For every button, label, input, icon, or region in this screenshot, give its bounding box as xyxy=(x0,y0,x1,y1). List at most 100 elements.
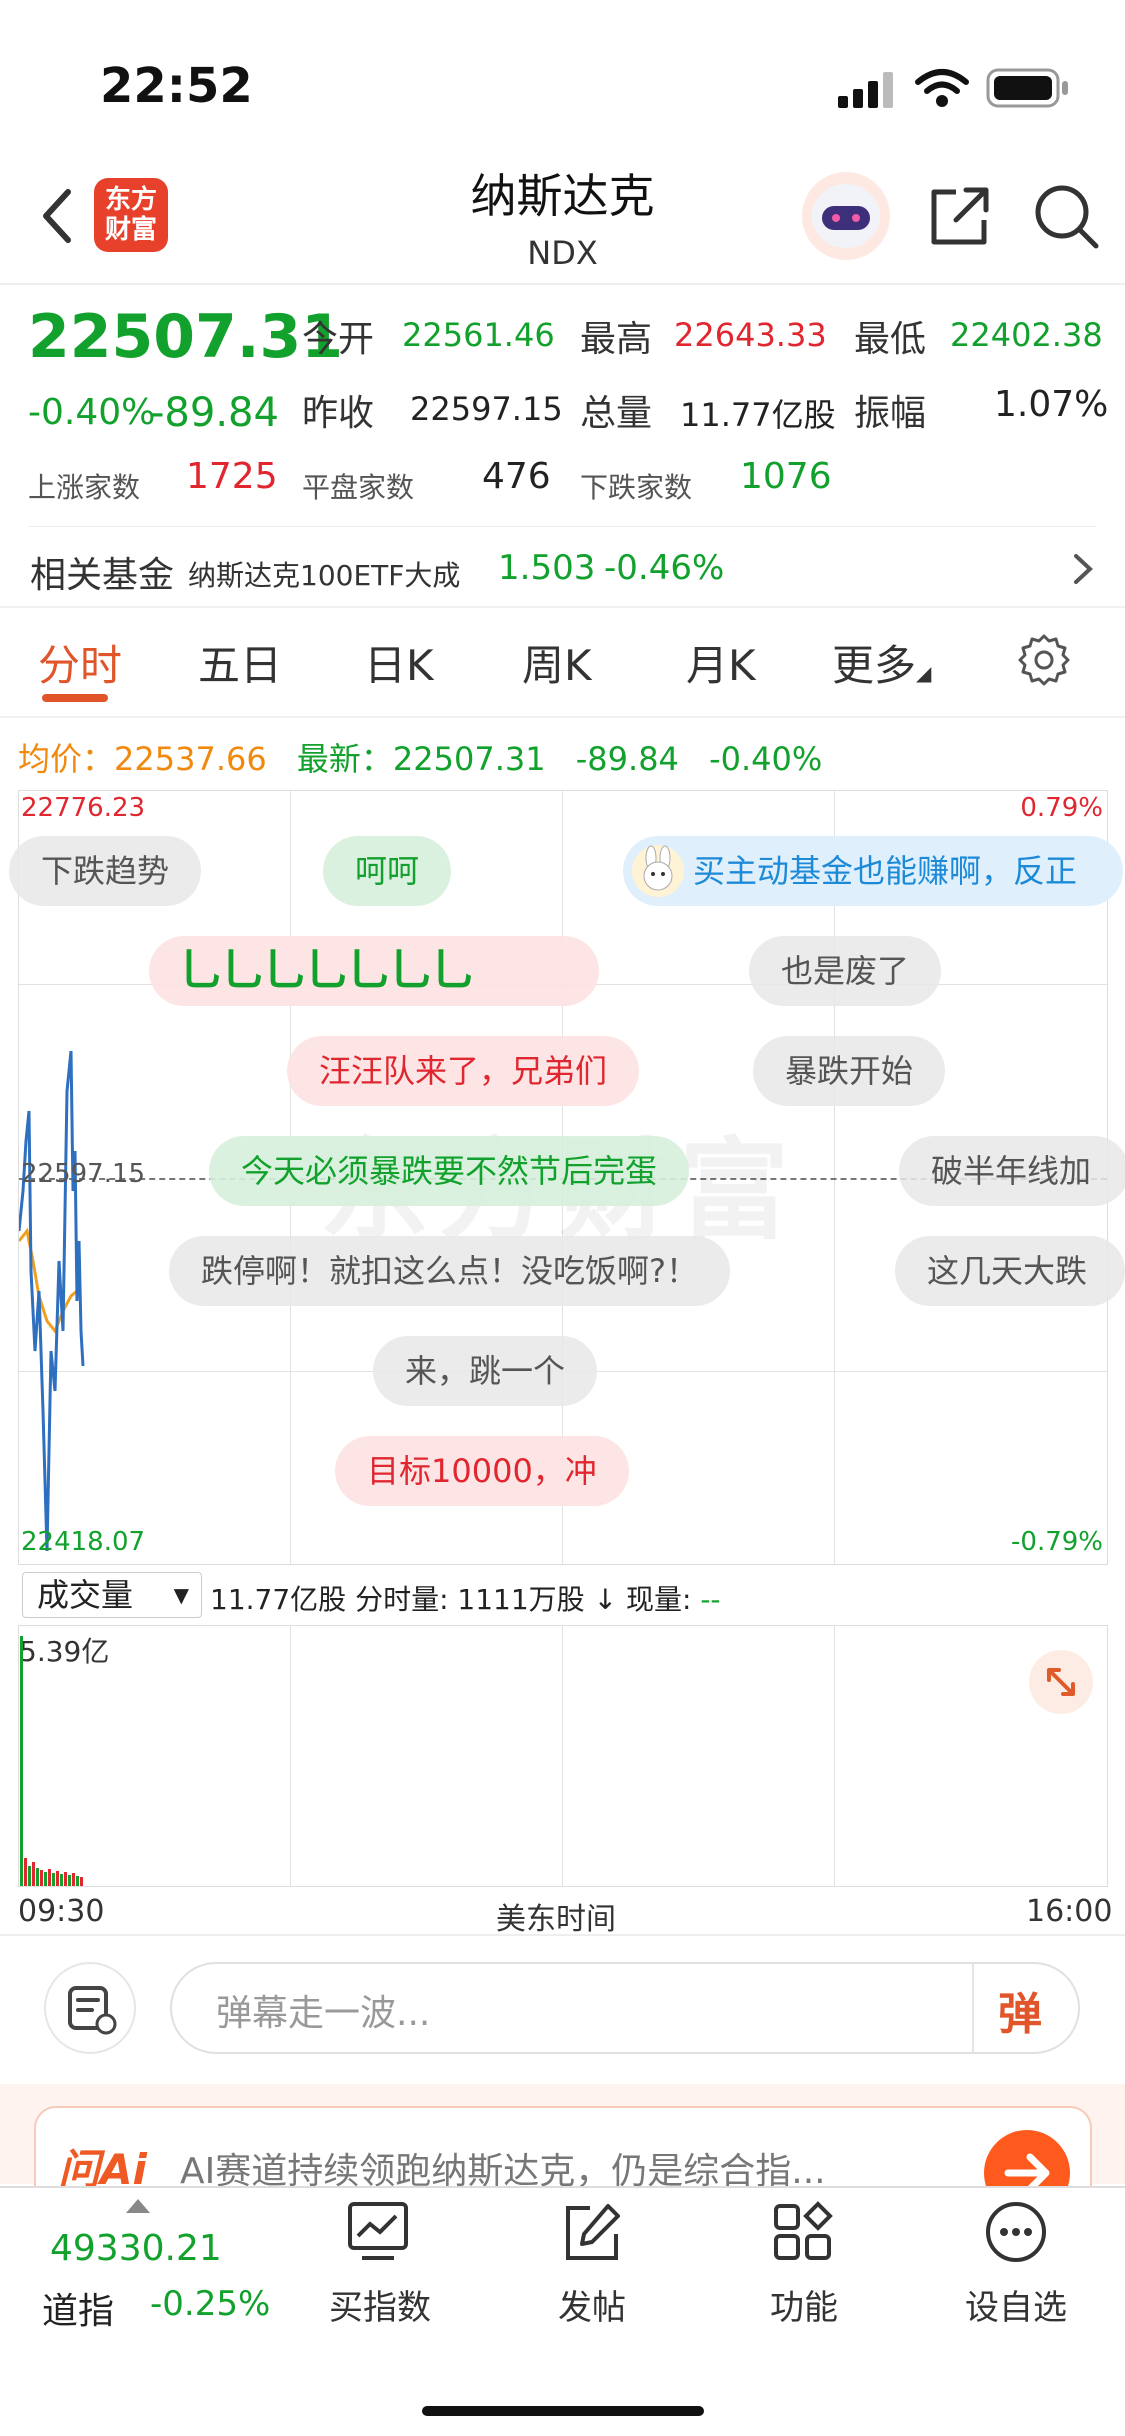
pct-axis-bottom: -0.79% xyxy=(1011,1527,1103,1557)
danmaku-bubble[interactable]: 下跌趋势 xyxy=(9,836,202,906)
volume-selector[interactable]: 成交量 ▼ xyxy=(22,1572,202,1618)
current-volume-label: 现量: xyxy=(625,1583,692,1616)
change-pct: -0.40% xyxy=(28,392,156,433)
time-axis-start: 09:30 xyxy=(18,1894,105,1929)
current-price: 22507.31 xyxy=(28,302,344,372)
caret-down-icon: ▼ xyxy=(173,1583,189,1607)
comment-list-icon[interactable] xyxy=(44,1962,136,2054)
arrow-down-icon: ↓ xyxy=(593,1583,618,1616)
nav-add-watchlist-label: 设自选 xyxy=(965,2288,1067,2328)
danmaku-bubble-text: 买主动基金也能赚啊，反正 xyxy=(693,852,1078,890)
nav-post[interactable]: 发帖 xyxy=(512,2200,672,2329)
signal-icon xyxy=(838,72,894,112)
danmaku-send-button[interactable]: 弹 xyxy=(998,1978,1042,2042)
flat-count: 476 xyxy=(482,456,551,497)
caret-up-icon xyxy=(126,2198,150,2217)
danmaku-bubble[interactable]: 暴跌开始 xyxy=(753,1036,946,1106)
volume-bars-svg xyxy=(20,1636,83,1886)
prev-close-label: 昨收 xyxy=(302,393,375,434)
battery-icon xyxy=(986,68,1070,112)
chevron-right-icon xyxy=(1072,552,1094,590)
expand-icon[interactable] xyxy=(1029,1650,1093,1714)
tab-weekly-k[interactable]: 周K xyxy=(522,632,592,693)
wifi-icon xyxy=(914,68,970,112)
danmaku-bubble[interactable]: 今天必须暴跌要不然节后完蛋 xyxy=(209,1136,690,1206)
danmaku-bubble[interactable]: 这几天大跌 xyxy=(895,1236,1125,1306)
settings-gear-icon[interactable] xyxy=(1018,634,1070,690)
tab-monthly-k[interactable]: 月K xyxy=(686,632,756,693)
open-value: 22561.46 xyxy=(402,316,555,354)
nav-post-label: 发帖 xyxy=(558,2288,626,2328)
danmaku-bubble[interactable]: 呵呵 xyxy=(323,836,452,906)
dow-change[interactable]: -0.25% xyxy=(150,2284,270,2324)
nav-functions[interactable]: 功能 xyxy=(724,2200,884,2329)
y-axis-mid: 22597.15 xyxy=(21,1159,146,1189)
danmaku-bubble[interactable]: 目标10000，冲 xyxy=(335,1436,629,1506)
grid-apps-icon xyxy=(772,2200,884,2268)
related-fund-change: -0.46% xyxy=(604,548,725,588)
volume-label: 总量 xyxy=(580,393,653,434)
flat-count-label: 平盘家数 xyxy=(302,471,415,504)
down-count-label: 下跌家数 xyxy=(580,471,693,504)
avg-price-line xyxy=(19,1227,78,1334)
pct-axis-top: 0.79% xyxy=(1020,793,1103,823)
y-axis-bottom: 22418.07 xyxy=(21,1527,146,1557)
avg-label: 均价： xyxy=(18,740,115,778)
danmaku-bubble[interactable]: 汪汪队来了，兄弟们 xyxy=(287,1036,640,1106)
tab-more[interactable]: 更多◢ xyxy=(832,632,931,693)
time-axis-middle: 美东时间 xyxy=(496,1902,616,1937)
latest-value: 22507.31 xyxy=(392,740,546,778)
trend-chart-icon xyxy=(346,2200,460,2268)
tab-daily-k[interactable]: 日K xyxy=(364,632,434,693)
robot-avatar-icon[interactable] xyxy=(800,170,892,266)
danmaku-input[interactable]: 弹幕走一波... 弹 xyxy=(170,1962,1080,2054)
summary-change-pct: -0.40% xyxy=(709,740,823,778)
volume-chart[interactable]: 5.39亿 xyxy=(18,1625,1108,1887)
up-count: 1725 xyxy=(186,456,278,497)
current-volume: -- xyxy=(700,1583,721,1616)
volume-total: 11.77亿股 xyxy=(210,1583,347,1616)
caret-icon: ◢ xyxy=(916,661,932,685)
amplitude-value: 1.07% xyxy=(994,384,1109,425)
share-icon[interactable] xyxy=(926,182,994,254)
rabbit-avatar-icon xyxy=(631,844,685,906)
prev-close-value: 22597.15 xyxy=(410,390,563,428)
tab-intraday[interactable]: 分时 xyxy=(38,632,122,693)
danmaku-send-label: 弹 xyxy=(998,1989,1042,2040)
volume-stats: 11.77亿股 分时量: 1111万股 ↓ 现量: -- xyxy=(210,1578,721,1618)
nav-functions-label: 功能 xyxy=(770,2288,838,2328)
edit-icon xyxy=(560,2200,672,2268)
change-value: -89.84 xyxy=(150,390,279,436)
nav-buy-index-label: 买指数 xyxy=(329,2288,431,2328)
tab-active-indicator xyxy=(42,694,108,702)
latest-label: 最新： xyxy=(296,740,393,778)
tab-more-label: 更多 xyxy=(832,641,917,690)
amplitude-label: 振幅 xyxy=(854,393,927,434)
related-fund-label: 相关基金 xyxy=(30,555,175,596)
y-axis-top: 22776.23 xyxy=(21,793,146,823)
danmaku-bubble[interactable]: 乚乚乚乚乚乚乚 xyxy=(149,936,599,1006)
tab-five-day[interactable]: 五日 xyxy=(198,632,282,693)
summary-change: -89.84 xyxy=(575,740,679,778)
intraday-chart[interactable]: 东方财富 22776.23 22597.15 22418.07 0.79% -0… xyxy=(9,790,1125,1565)
related-fund-row[interactable]: 相关基金 纳斯达克100ETF大成 1.503 -0.46% xyxy=(0,530,1125,602)
up-count-label: 上涨家数 xyxy=(28,471,141,504)
nav-buy-index[interactable]: 买指数 xyxy=(300,2200,460,2329)
dow-value[interactable]: 49330.21 xyxy=(50,2228,222,2269)
status-time: 22:52 xyxy=(100,58,253,114)
danmaku-bubble[interactable]: 来，跳一个 xyxy=(373,1336,598,1406)
danmaku-bubble[interactable]: 也是废了 xyxy=(749,936,942,1006)
avg-value: 22537.66 xyxy=(114,740,267,778)
danmaku-bubble[interactable]: 买主动基金也能赚啊，反正 xyxy=(623,836,1123,906)
danmaku-bubble[interactable]: 跌停啊！就扣这么点！没吃饭啊?！ xyxy=(169,1236,730,1306)
danmaku-bubble[interactable]: 破半年线加 xyxy=(899,1136,1125,1206)
nav-add-watchlist[interactable]: 设自选 xyxy=(936,2200,1096,2329)
search-icon[interactable] xyxy=(1032,182,1100,254)
volume-value: 11.77亿股 xyxy=(680,396,836,434)
related-fund-price: 1.503 xyxy=(498,548,596,588)
volume-selector-label: 成交量 xyxy=(37,1576,134,1614)
dow-label[interactable]: 道指 xyxy=(42,2282,114,2334)
low-value: 22402.38 xyxy=(950,316,1103,354)
time-axis-end: 16:00 xyxy=(1026,1894,1113,1929)
related-fund-name: 纳斯达克100ETF大成 xyxy=(188,559,461,592)
